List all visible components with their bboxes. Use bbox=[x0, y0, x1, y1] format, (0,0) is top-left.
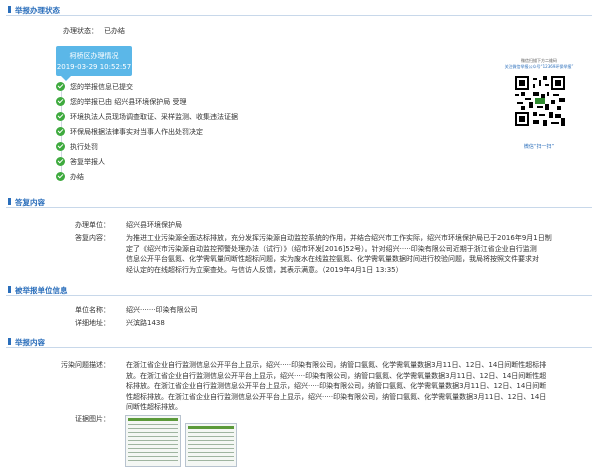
check-icon bbox=[56, 82, 65, 91]
desc-label: 污染问题描述： bbox=[61, 361, 110, 369]
reply-line: 为推进工业污染源全面达标排放，充分发挥污染源自动监控系统的作用，并结合绍兴市工作… bbox=[126, 234, 552, 242]
step-text: 环保局根据法律事实对当事人作出处罚决定 bbox=[70, 128, 203, 136]
section-marker bbox=[8, 6, 11, 13]
evidence-label: 证据图片： bbox=[75, 415, 110, 423]
reply-content: 为推进工业污染源全面达标排放，充分发挥污染源自动监控系统的作用，并结合绍兴市工作… bbox=[126, 233, 588, 275]
check-icon bbox=[56, 172, 65, 181]
check-icon bbox=[56, 142, 65, 151]
status-box-arrow bbox=[61, 76, 71, 81]
state-label: 办理状态： bbox=[63, 27, 98, 35]
step-text: 办结 bbox=[70, 173, 84, 181]
section-marker bbox=[8, 286, 11, 293]
status-box: 柯桥区办理情况 2019-03-29 10:52:57 bbox=[56, 46, 132, 81]
qr-code-icon[interactable] bbox=[515, 76, 565, 126]
reply-line: 信息公开平台氨氮、化学需氧量间断性超标问题，实为废水在线监控氨氮、化学需氧量数据… bbox=[126, 255, 539, 263]
image-header bbox=[188, 426, 234, 429]
status-box-title: 柯桥区办理情况 bbox=[69, 52, 119, 60]
desc-line: 间断性超标排放。 bbox=[126, 403, 182, 411]
unit-label: 办理单位： bbox=[75, 221, 110, 229]
image-header bbox=[128, 418, 178, 421]
address-value: 兴滨路1438 bbox=[126, 319, 165, 327]
unit-value: 绍兴县环境保护局 bbox=[126, 221, 182, 229]
name-label: 单位名称： bbox=[75, 306, 110, 314]
section-title: 举报办理状态 bbox=[15, 6, 60, 15]
reported-section-header: 被举报单位信息 bbox=[6, 284, 592, 296]
reply-section-header: 答复内容 bbox=[6, 196, 592, 208]
status-box-time: 2019-03-29 10:52:57 bbox=[56, 63, 132, 71]
name-value: 绍兴·······印染有限公司 bbox=[126, 306, 198, 314]
report-section-header: 举报内容 bbox=[6, 336, 592, 348]
desc-content: 在浙江省企业自行监测信息公开平台上显示，绍兴·····印染有限公司，纳管口氨氮、… bbox=[126, 360, 588, 413]
section-title: 被举报单位信息 bbox=[15, 286, 68, 295]
check-icon bbox=[56, 157, 65, 166]
desc-line: 标排放。在浙江省企业自行监测信息公开平台上显示，绍兴·····印染有限公司，纳管… bbox=[126, 382, 547, 390]
status-section-header: 举报办理状态 bbox=[6, 4, 592, 16]
check-icon bbox=[56, 112, 65, 121]
step-text: 答复举报人 bbox=[70, 158, 105, 166]
reply-line: 经认定的在线超标行为立案查处。与信访人反馈，其表示满意。（2019年4月1日 1… bbox=[126, 265, 403, 274]
desc-line: 放。在浙江省企业自行监测信息公开平台上显示，绍兴·····印染有限公司，纳管口氨… bbox=[126, 371, 547, 380]
reply-line: 定了《绍兴市污染源自动监控预警处理办法（试行）》（绍市环发[2016]52号）。… bbox=[126, 244, 537, 253]
address-label: 详细地址： bbox=[75, 319, 110, 327]
section-marker bbox=[8, 198, 11, 205]
evidence-image[interactable] bbox=[185, 423, 237, 467]
step-text: 您的举报信息已提交 bbox=[70, 83, 133, 91]
check-icon bbox=[56, 127, 65, 136]
evidence-image[interactable] bbox=[125, 415, 181, 467]
qr-caption-2: 关注微信举报公众号“12369环保举报” bbox=[504, 64, 574, 69]
content-label: 答复内容： bbox=[75, 234, 110, 242]
step-text: 执行处罚 bbox=[70, 143, 98, 151]
state-value: 已办结 bbox=[104, 27, 125, 35]
qr-footer: 微信“扫一扫” bbox=[523, 144, 555, 150]
step-text: 您的举报已由 绍兴县环境保护局 受理 bbox=[70, 98, 187, 106]
check-icon bbox=[56, 97, 65, 106]
section-title: 答复内容 bbox=[15, 198, 45, 207]
step-text: 环境执法人员现场调查取证、采样监测、收集违法证据 bbox=[70, 113, 238, 121]
section-title: 举报内容 bbox=[15, 338, 45, 347]
desc-line: 性超标排放。在浙江省企业自行监测信息公开平台上显示，绍兴·····印染有限公司，… bbox=[126, 392, 547, 401]
section-marker bbox=[8, 338, 11, 345]
evidence-images bbox=[125, 415, 255, 470]
desc-line: 在浙江省企业自行监测信息公开平台上显示，绍兴·····印染有限公司，纳管口氨氮、… bbox=[126, 361, 547, 369]
qr-area: 微信扫描下方二维码 关注微信举报公众号“12369环保举报” 微信“扫一扫” bbox=[496, 58, 582, 158]
